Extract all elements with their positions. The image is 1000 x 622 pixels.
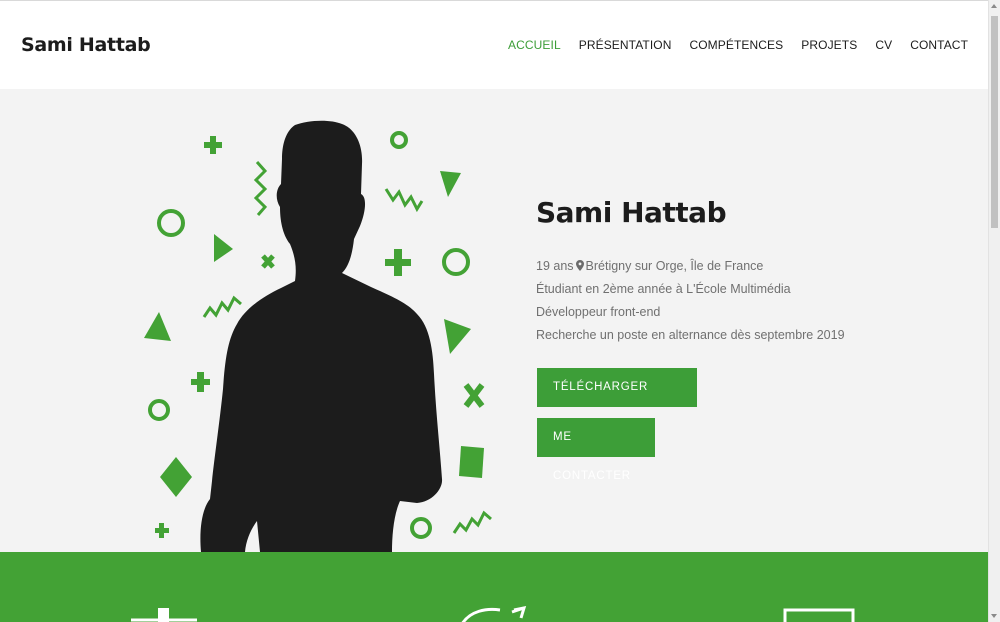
triangle-shape	[440, 171, 461, 197]
person-silhouette	[200, 120, 443, 552]
circle-shape	[410, 517, 432, 539]
info-line-age-location: 19 ans Brétigny sur Orge, Île de France	[536, 255, 845, 278]
vertical-scrollbar[interactable]	[988, 0, 1000, 622]
location-pin-icon	[575, 256, 584, 279]
zigzag-shape	[253, 161, 268, 216]
scroll-thumb[interactable]	[991, 16, 998, 228]
triangle-shape	[444, 319, 471, 354]
plus-shape	[385, 249, 411, 276]
download-cv-button[interactable]: TÉLÉCHARGER MON CV	[537, 368, 697, 432]
scroll-up-arrow-icon[interactable]	[991, 4, 997, 8]
site-header: Sami Hattab ACCUEIL PRÉSENTATION COMPÉTE…	[0, 1, 989, 89]
info-line-role: Développeur front-end	[536, 305, 661, 319]
gauge-icon	[461, 606, 527, 622]
nav-projets[interactable]: PROJETS	[801, 38, 857, 52]
hero-title: Sami Hattab	[536, 196, 727, 229]
location-text: Brétigny sur Orge, Île de France	[585, 259, 764, 273]
nav-competences[interactable]: COMPÉTENCES	[689, 38, 783, 52]
main-nav: ACCUEIL PRÉSENTATION COMPÉTENCES PROJETS…	[490, 38, 968, 52]
zigzag-shape	[384, 188, 424, 213]
cross-shape	[463, 383, 485, 408]
feature-icons	[131, 606, 855, 622]
plus-shape	[191, 372, 210, 392]
hero-illustration	[144, 120, 492, 552]
hero-section: Sami Hattab 19 ans Brétigny sur Orge, Île…	[0, 89, 989, 552]
hero-info: 19 ans Brétigny sur Orge, Île de France É…	[536, 255, 845, 347]
nav-cv[interactable]: CV	[875, 38, 892, 52]
triangle-shape	[214, 234, 233, 262]
circle-shape	[442, 248, 470, 276]
plus-shape	[204, 136, 222, 154]
zigzag-shape	[202, 295, 242, 318]
contact-me-button[interactable]: ME CONTACTER	[537, 418, 655, 482]
circle-shape	[390, 131, 408, 149]
scroll-down-arrow-icon[interactable]	[991, 614, 997, 618]
features-band	[0, 552, 989, 622]
brand-name[interactable]: Sami Hattab	[21, 34, 151, 56]
zigzag-shape	[452, 510, 492, 534]
info-line-studies: Étudiant en 2ème année à L'École Multimé…	[536, 282, 791, 296]
square-shape	[459, 446, 484, 478]
age-text: 19 ans	[536, 259, 574, 273]
cross-shape	[261, 254, 275, 269]
diamond-shape	[160, 457, 192, 497]
nav-accueil[interactable]: ACCUEIL	[508, 38, 561, 52]
plus-shape	[155, 523, 169, 538]
nav-contact[interactable]: CONTACT	[910, 38, 968, 52]
page: Sami Hattab ACCUEIL PRÉSENTATION COMPÉTE…	[0, 0, 1000, 622]
info-line-search: Recherche un poste en alternance dès sep…	[536, 328, 845, 342]
circle-shape	[157, 209, 185, 237]
circle-shape	[148, 399, 170, 421]
plus-box-icon	[131, 608, 197, 622]
nav-presentation[interactable]: PRÉSENTATION	[579, 38, 672, 52]
monitor-icon	[783, 608, 855, 622]
triangle-shape	[144, 312, 171, 341]
